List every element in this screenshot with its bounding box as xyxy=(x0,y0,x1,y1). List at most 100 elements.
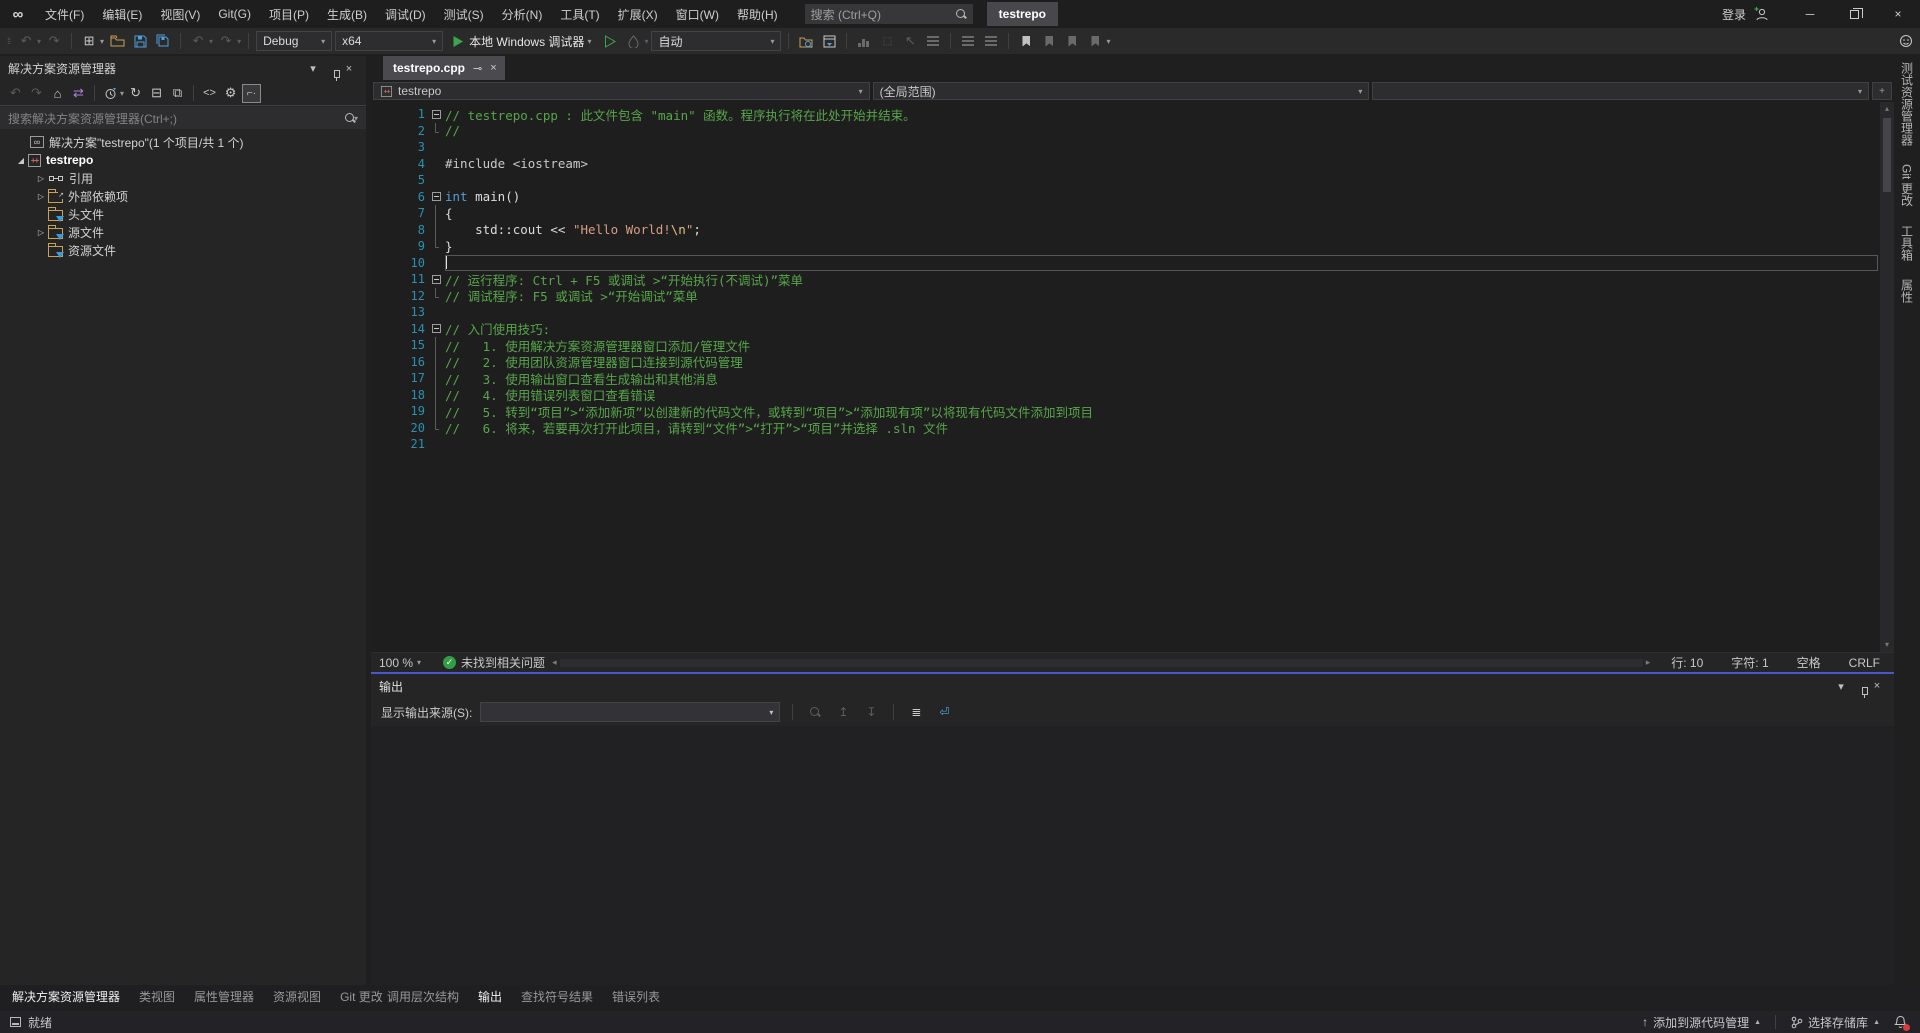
se-back-icon[interactable]: ↶ xyxy=(6,84,25,103)
scroll-up-arrow-icon[interactable]: ▴ xyxy=(1885,102,1889,116)
cursor-line-indicator[interactable]: 行: 10 xyxy=(1657,654,1717,671)
minimize-button[interactable]: ─ xyxy=(1788,0,1832,28)
code-line-text[interactable]: std::cout << "Hello World!\n"; xyxy=(445,222,1878,239)
notifications-button[interactable] xyxy=(1890,1015,1910,1029)
code-line[interactable]: 21 xyxy=(371,436,1894,453)
code-line[interactable]: 18// 4. 使用错误列表窗口查看错误 xyxy=(371,387,1894,404)
hot-reload-icon[interactable] xyxy=(623,31,643,51)
member-dropdown[interactable]: ▾ xyxy=(1372,82,1869,100)
code-line[interactable]: 9} xyxy=(371,238,1894,255)
se-forward-icon[interactable]: ↷ xyxy=(27,84,46,103)
se-properties-icon[interactable]: ⚙ xyxy=(221,84,240,103)
scroll-right-arrow-icon[interactable]: ▸ xyxy=(1643,657,1654,668)
code-line-text[interactable] xyxy=(445,255,1878,272)
toggle-bookmark-icon[interactable] xyxy=(1016,31,1036,51)
code-line[interactable]: 5 xyxy=(371,172,1894,189)
menu-item[interactable]: 扩展(X) xyxy=(609,0,667,28)
fold-collapse-icon[interactable] xyxy=(432,324,441,333)
tree-item[interactable]: ▷源文件 xyxy=(0,223,366,241)
tree-item[interactable]: ▷外部依赖项 xyxy=(0,187,366,205)
undo-icon[interactable]: ↶ xyxy=(188,31,208,51)
cursor-column-indicator[interactable]: 字符: 1 xyxy=(1717,654,1782,671)
zoom-dropdown[interactable]: 100 % ▾ xyxy=(371,653,429,672)
code-line-text[interactable]: // 入门使用技巧: xyxy=(445,321,1878,338)
output-panel-header[interactable]: 输出 ▾ × xyxy=(371,674,1894,698)
tree-expand-arrow-icon[interactable]: ▷ xyxy=(34,174,48,183)
code-line[interactable]: 1// testrepo.cpp : 此文件包含 "main" 函数。程序执行将… xyxy=(371,106,1894,123)
code-line[interactable]: 12// 调试程序: F5 或调试 >“开始调试”菜单 xyxy=(371,288,1894,305)
panel-tab[interactable]: 错误列表 xyxy=(604,985,668,1007)
find-in-files-icon[interactable] xyxy=(796,31,816,51)
panel-tab[interactable]: 查找符号结果 xyxy=(513,985,601,1007)
toolbar-grip[interactable]: ⁞⁞ xyxy=(7,36,10,46)
code-editor[interactable]: 1// testrepo.cpp : 此文件包含 "main" 函数。程序执行将… xyxy=(371,102,1894,652)
navigate-forward-icon[interactable]: ↷ xyxy=(44,31,64,51)
project-dropdown[interactable]: ++ testrepo ▾ xyxy=(373,82,870,100)
code-line-text[interactable]: int main() xyxy=(445,189,1878,206)
code-line[interactable]: 6int main() xyxy=(371,189,1894,206)
code-line-text[interactable]: // 1. 使用解决方案资源管理器窗口添加/管理文件 xyxy=(445,337,1878,354)
feedback-icon[interactable] xyxy=(1896,31,1916,51)
code-line[interactable]: 2// xyxy=(371,123,1894,140)
configuration-dropdown[interactable]: Debug▾ xyxy=(256,31,332,51)
code-line-text[interactable]: // 3. 使用输出窗口查看生成输出和其他消息 xyxy=(445,370,1878,387)
current-project-badge[interactable]: testrepo xyxy=(987,2,1058,26)
new-project-icon[interactable]: ⊞ xyxy=(79,31,99,51)
next-message-icon[interactable]: ↧ xyxy=(861,702,881,722)
code-line[interactable]: 19// 5. 转到“项目”>“添加新项”以创建新的代码文件，或转到“项目”>“… xyxy=(371,403,1894,420)
code-line[interactable]: 8 std::cout << "Hello World!\n"; xyxy=(371,222,1894,239)
save-all-icon[interactable] xyxy=(153,31,173,51)
tree-expand-arrow-icon[interactable]: ▷ xyxy=(34,192,48,201)
menu-item[interactable]: Git(G) xyxy=(209,0,260,28)
code-line-text[interactable]: // 2. 使用团队资源管理器窗口连接到源代码管理 xyxy=(445,354,1878,371)
se-pending-changes-filter-icon[interactable] xyxy=(101,84,120,103)
menu-item[interactable]: 帮助(H) xyxy=(728,0,787,28)
se-home-icon[interactable]: ⌂ xyxy=(48,84,67,103)
code-line-text[interactable]: #include <iostream> xyxy=(445,156,1878,173)
tab-close-icon[interactable]: × xyxy=(490,62,496,74)
code-line[interactable]: 11// 运行程序: Ctrl + F5 或调试 >“开始执行(不调试)”菜单 xyxy=(371,271,1894,288)
close-panel-icon[interactable]: × xyxy=(340,63,358,75)
code-line-text[interactable]: { xyxy=(445,205,1878,222)
menu-item[interactable]: 窗口(W) xyxy=(667,0,728,28)
code-line[interactable]: 7{ xyxy=(371,205,1894,222)
close-panel-icon[interactable]: × xyxy=(1868,680,1886,692)
se-switch-views-icon[interactable]: ⇄ xyxy=(69,84,88,103)
code-line[interactable]: 16// 2. 使用团队资源管理器窗口连接到源代码管理 xyxy=(371,354,1894,371)
menu-item[interactable]: 工具(T) xyxy=(551,0,608,28)
save-icon[interactable] xyxy=(130,31,150,51)
tree-item[interactable]: ◢++testrepo xyxy=(0,151,366,169)
code-line[interactable]: 17// 3. 使用输出窗口查看生成输出和其他消息 xyxy=(371,370,1894,387)
add-to-source-control-button[interactable]: ↑ 添加到源代码管理 ▲ xyxy=(1638,1014,1765,1031)
panel-tab[interactable]: 属性管理器 xyxy=(186,985,262,1007)
select-repository-button[interactable]: 选择存储库 ▲ xyxy=(1786,1014,1884,1031)
tree-item[interactable]: ▷引用 xyxy=(0,169,366,187)
redo-icon[interactable]: ↷ xyxy=(216,31,236,51)
open-file-icon[interactable] xyxy=(107,31,127,51)
panel-tab[interactable]: 解决方案资源管理器 xyxy=(4,985,128,1007)
line-ending-indicator[interactable]: CRLF xyxy=(1835,656,1894,670)
code-line-text[interactable] xyxy=(445,436,1878,453)
account-icon[interactable] xyxy=(1754,6,1770,22)
navigate-back-icon[interactable]: ↶ xyxy=(16,31,36,51)
hscrollbar-thumb[interactable] xyxy=(560,659,1643,667)
code-line-text[interactable] xyxy=(445,172,1878,189)
scroll-left-arrow-icon[interactable]: ◂ xyxy=(549,657,560,668)
panel-tab[interactable]: 类视图 xyxy=(131,985,183,1007)
tree-expand-arrow-icon[interactable]: ▷ xyxy=(34,228,48,237)
previous-bookmark-icon[interactable] xyxy=(1039,31,1059,51)
menu-item[interactable]: 分析(N) xyxy=(493,0,552,28)
code-health-icon[interactable]: ✓ xyxy=(443,656,456,669)
tab-pin-icon[interactable]: ⊸ xyxy=(473,62,482,75)
code-line-text[interactable]: // 调试程序: F5 或调试 >“开始调试”菜单 xyxy=(445,288,1878,305)
previous-message-icon[interactable]: ↥ xyxy=(833,702,853,722)
platform-dropdown[interactable]: x64▾ xyxy=(335,31,443,51)
menu-item[interactable]: 文件(F) xyxy=(36,0,93,28)
split-editor-button[interactable]: + xyxy=(1872,82,1892,100)
solution-explorer-search-input[interactable]: 搜索解决方案资源管理器(Ctrl+;) ▾ xyxy=(0,107,366,129)
menu-item[interactable]: 测试(S) xyxy=(435,0,493,28)
solution-window-icon[interactable] xyxy=(819,31,839,51)
se-view-code-icon[interactable]: <> xyxy=(200,84,219,103)
code-line-text[interactable]: // testrepo.cpp : 此文件包含 "main" 函数。程序执行将在… xyxy=(445,106,1878,123)
code-line-text[interactable]: } xyxy=(445,238,1878,255)
